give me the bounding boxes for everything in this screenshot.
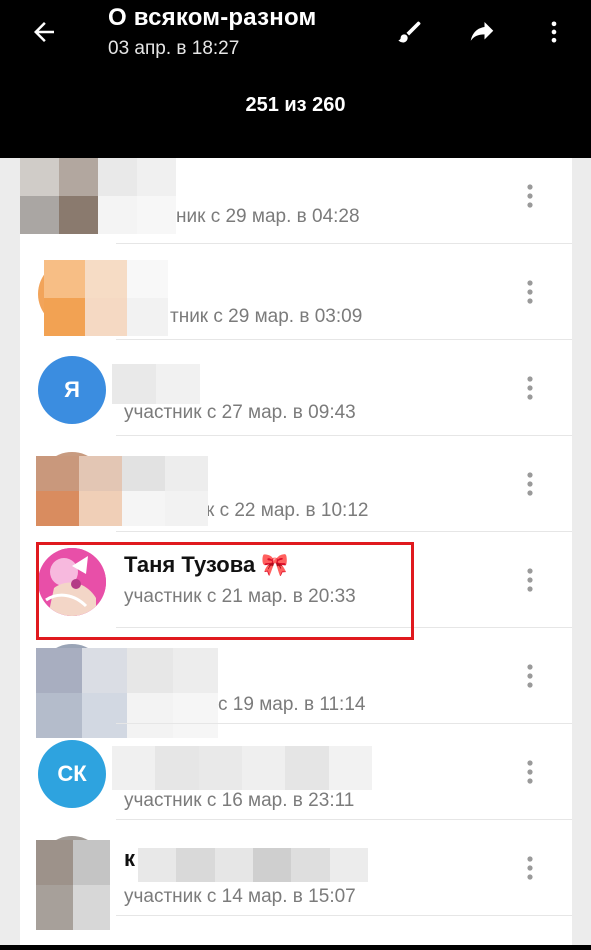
- more-vertical-icon: [527, 664, 533, 688]
- more-vertical-icon: [551, 21, 557, 43]
- member-row[interactable]: Я участник с 27 мар. в 09:43: [20, 340, 572, 436]
- row-divider: [116, 915, 572, 916]
- member-joined: с 19 мар. в 11:14: [218, 694, 366, 715]
- member-options-button[interactable]: [518, 756, 542, 788]
- menu-button[interactable]: [534, 12, 574, 52]
- back-button[interactable]: [24, 12, 64, 52]
- member-joined: к с 22 мар. в 10:12: [206, 500, 369, 521]
- bottom-edge: [0, 945, 591, 950]
- highlight-box: [36, 542, 414, 640]
- member-name: к: [124, 846, 136, 871]
- brush-icon: [398, 21, 421, 43]
- member-options-button[interactable]: [518, 180, 542, 212]
- members-counter: 251 из 260: [245, 94, 346, 116]
- chat-title: О всяком-разном: [108, 4, 317, 31]
- more-vertical-icon: [527, 280, 533, 304]
- more-vertical-icon: [527, 856, 533, 880]
- arrow-left-icon: [34, 22, 54, 42]
- app-header: О всяком-разном 03 апр. в 18:27 251 из 2…: [0, 0, 591, 158]
- avatar: Я: [38, 356, 106, 424]
- member-row[interactable]: ник с 29 мар. в 04:28: [20, 158, 572, 244]
- member-options-button[interactable]: [518, 660, 542, 692]
- chat-subtitle: 03 апр. в 18:27: [108, 38, 240, 59]
- blur-mosaic: [20, 158, 176, 234]
- more-vertical-icon: [527, 760, 533, 784]
- member-joined: тник с 29 мар. в 03:09: [170, 306, 363, 327]
- member-options-button[interactable]: [518, 564, 542, 596]
- more-vertical-icon: [527, 568, 533, 592]
- blur-mosaic: [44, 260, 168, 336]
- member-options-button[interactable]: [518, 276, 542, 308]
- member-joined: участник с 27 мар. в 09:43: [124, 402, 356, 423]
- member-row[interactable]: тник с 29 мар. в 03:09: [20, 244, 572, 340]
- blur-mosaic: [36, 840, 110, 930]
- more-vertical-icon: [527, 472, 533, 496]
- member-row[interactable]: СК участник с 16 мар. в 23:11: [20, 724, 572, 820]
- share-button[interactable]: [462, 12, 502, 52]
- member-joined: ник с 29 мар. в 04:28: [176, 206, 360, 227]
- member-row[interactable]: к с 22 мар. в 10:12: [20, 436, 572, 532]
- more-vertical-icon: [527, 184, 533, 208]
- share-icon: [470, 22, 494, 41]
- member-row[interactable]: к участник с 14 мар. в 15:07: [20, 820, 572, 930]
- blur-mosaic: [112, 746, 372, 790]
- blur-mosaic: [36, 456, 208, 526]
- more-vertical-icon: [527, 376, 533, 400]
- blur-mosaic: [138, 848, 368, 882]
- member-row[interactable]: с 19 мар. в 11:14: [20, 628, 572, 738]
- member-options-button[interactable]: [518, 372, 542, 404]
- edit-button[interactable]: [390, 12, 430, 52]
- member-joined: участник с 14 мар. в 15:07: [124, 886, 356, 907]
- member-options-button[interactable]: [518, 852, 542, 884]
- blur-mosaic: [112, 364, 200, 404]
- member-options-button[interactable]: [518, 468, 542, 500]
- member-joined: участник с 16 мар. в 23:11: [124, 790, 355, 811]
- avatar: СК: [38, 740, 106, 808]
